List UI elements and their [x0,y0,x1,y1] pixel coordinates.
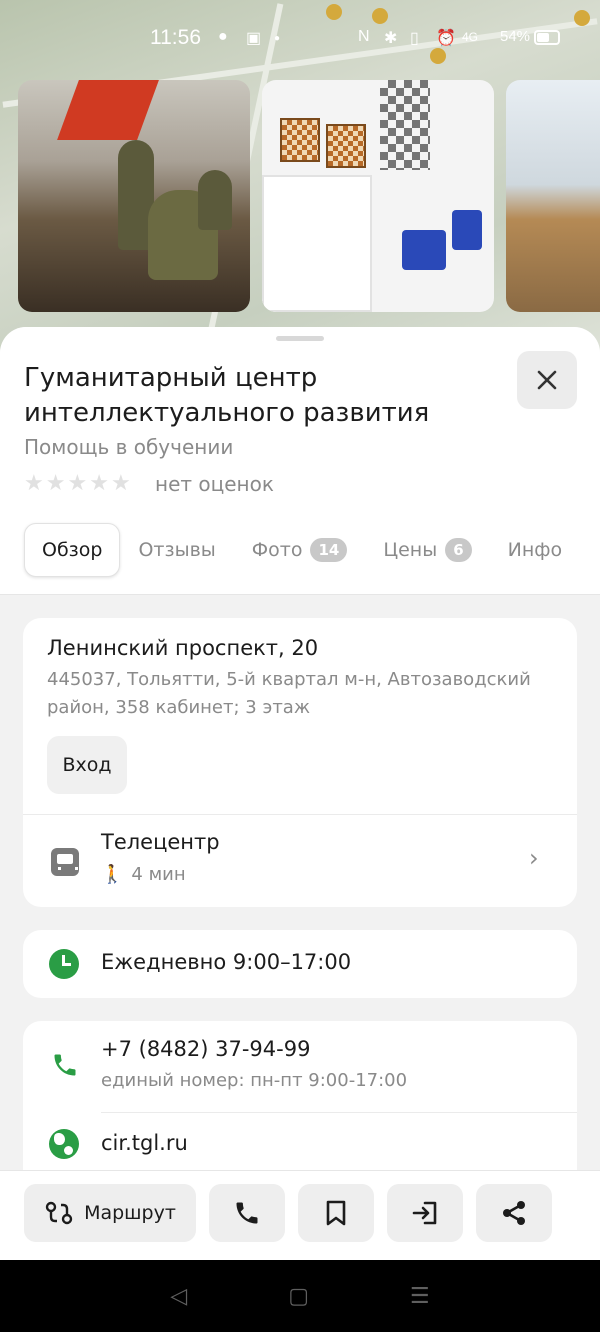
star-icon: ★ [110,471,131,496]
divider [101,1112,577,1113]
star-icon: ★ [45,471,66,496]
bluetooth-icon: ✱ [384,30,398,47]
status-time: 11:56 [150,26,201,49]
rating-text: нет оценок [155,472,274,496]
phone-number: +7 (8482) 37-94-99 [101,1037,311,1061]
place-card-sheet: Гуманитарный центр интеллектуального раз… [0,327,600,1260]
star-icon: ★ [89,471,109,496]
address-main[interactable]: Ленинский проспект, 20 [47,636,318,660]
star-icon: ★ [67,471,88,496]
tab-label: Фото [251,539,303,561]
walking-icon: 🚶 [101,864,124,885]
tab-label: Отзывы [138,539,216,561]
tab-info[interactable]: Инфо [490,523,581,577]
sheet-grabber[interactable] [276,336,324,341]
address-card: Ленинский проспект, 20 445037, Тольятти,… [23,618,577,907]
place-title: Гуманитарный центр интеллектуального раз… [24,363,430,428]
system-nav-bar: ◁ ▢ ☰ [0,1260,600,1332]
tab-label: Обзор [42,539,103,561]
phone-icon [51,1051,79,1086]
tab-count-badge: 6 [445,538,472,562]
website-link[interactable]: cir.tgl.ru [101,1131,188,1155]
enter-icon [412,1201,437,1225]
bookmark-button[interactable] [298,1184,374,1242]
status-bar: 11:56 ● ▣ ● N ✱ ▯ ⏰ 4G 54% [0,0,600,76]
chat-icon: ● [218,28,228,45]
share-button[interactable] [476,1184,552,1242]
tab-label: Инфо [507,539,563,561]
tab-prices[interactable]: Цены 6 [365,523,489,577]
opening-hours: Ежедневно 9:00–17:00 [101,950,352,974]
photo-chess-room[interactable] [262,80,494,312]
alarm-icon: ⏰ [436,30,456,47]
close-button[interactable] [517,351,577,409]
phone-note: единый номер: пн-пт 9:00-17:00 [101,1070,408,1091]
signal-icon: 4G [462,30,479,44]
place-category: Помощь в обучении [24,435,234,459]
star-icon: ★ [24,471,44,496]
tab-label: Цены [383,539,438,561]
place-header: Гуманитарный центр интеллектуального раз… [0,327,600,595]
battery-percent: 54% [500,28,531,45]
hours-card[interactable]: Ежедневно 9:00–17:00 [23,930,577,998]
battery-icon [534,30,560,45]
nfc-icon: N [358,28,370,45]
menu-icon[interactable]: ☰ [410,1284,430,1309]
tab-overview[interactable]: Обзор [24,523,121,577]
photo-painting[interactable] [18,80,250,312]
address-details: 445037, Тольятти, 5-й квартал м-н, Автоз… [47,669,531,718]
tab-count-badge: 14 [310,538,348,562]
walk-time-text: 4 мин [131,864,186,885]
bus-icon [51,848,79,876]
entry-button[interactable]: Вход [47,736,127,794]
app-notification-icon: ▣ [246,30,262,47]
call-button[interactable] [209,1184,285,1242]
walk-time: 🚶 4 мин [101,864,186,885]
vibrate-icon: ▯ [410,30,419,47]
photo-carousel[interactable] [18,80,600,312]
photo-classroom[interactable] [506,80,600,312]
entrance-button[interactable] [387,1184,463,1242]
dot-icon: ● [274,33,281,44]
tab-bar: Обзор Отзывы Фото 14 Цены 6 Инфо [24,523,580,577]
home-icon[interactable]: ▢ [288,1284,309,1309]
phone-icon [236,1202,258,1224]
globe-icon [49,1129,79,1159]
back-icon[interactable]: ◁ [170,1284,187,1309]
share-icon [503,1201,525,1225]
clock-icon [49,949,79,979]
action-bar: Маршрут [0,1170,600,1260]
close-icon [537,370,557,390]
rating-stars: ★ ★ ★ ★ ★ [24,471,131,496]
bookmark-icon [326,1200,346,1226]
chevron-right-icon: › [529,844,539,872]
tab-reviews[interactable]: Отзывы [120,523,233,577]
transit-stop-name: Телецентр [101,830,220,854]
route-button[interactable]: Маршрут [24,1184,196,1242]
route-label: Маршрут [84,1202,176,1224]
tab-photos[interactable]: Фото 14 [234,523,366,577]
divider [23,814,577,815]
route-icon [45,1201,73,1225]
